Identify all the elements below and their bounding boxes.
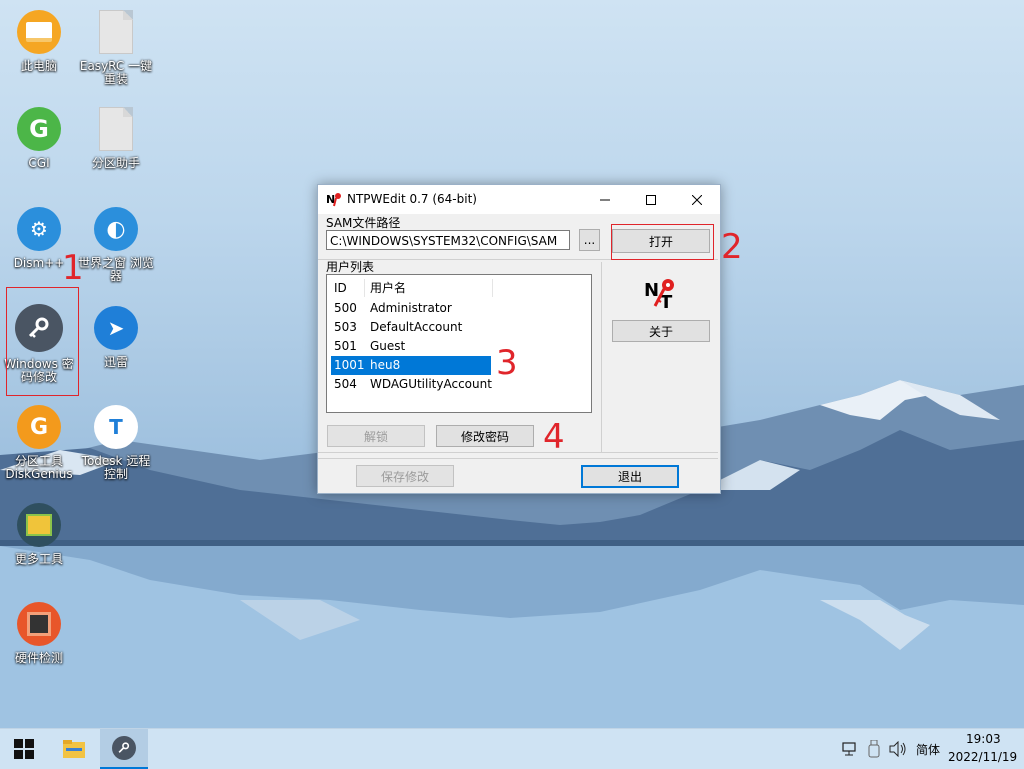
chip-icon [17, 602, 61, 646]
ime-indicator[interactable]: 简体 [916, 741, 940, 758]
user-row[interactable]: 500 Administrator [331, 299, 491, 318]
usb-icon[interactable] [868, 740, 880, 758]
user-id: 1001 [334, 358, 365, 372]
browse-button[interactable]: ... [579, 229, 600, 251]
clock-time[interactable]: 19:03 [966, 732, 1001, 746]
user-row[interactable]: 504 WDAGUtilityAccount [331, 375, 492, 394]
sam-path-field[interactable]: C:\WINDOWS\SYSTEM32\CONFIG\SAM [326, 230, 570, 250]
volume-icon[interactable] [889, 741, 907, 757]
taskbar-file-explorer[interactable] [52, 729, 96, 769]
annotation-number-2: 2 [721, 227, 743, 267]
desktop-icon-partition-assistant[interactable]: 分区助手 [78, 107, 154, 170]
annotation-box-2 [611, 224, 714, 260]
column-separator [364, 279, 365, 297]
desktop-icon-easyrc[interactable]: EasyRC 一键重装 [78, 10, 154, 86]
svg-text:N: N [644, 280, 659, 301]
diskgenius-icon: G [17, 405, 61, 449]
desktop-icon-this-pc[interactable]: 此电脑 [1, 10, 77, 73]
about-button[interactable]: 关于 [612, 320, 710, 342]
desktop-icon-diskgenius[interactable]: G 分区工具 DiskGenius [1, 405, 77, 481]
user-name: DefaultAccount [370, 320, 463, 334]
taskbar: 简体 19:03 2022/11/19 [0, 728, 1024, 769]
sam-path-label: SAM文件路径 [326, 216, 401, 230]
unlock-button[interactable]: 解锁 [327, 425, 425, 447]
user-id: 500 [334, 301, 357, 315]
user-id: 501 [334, 339, 357, 353]
user-row-selected[interactable]: 1001 heu8 [331, 356, 491, 375]
user-name: Administrator [370, 301, 452, 315]
close-button[interactable] [674, 185, 720, 214]
key-icon [112, 736, 136, 760]
desktop-icon-label: 分区工具 DiskGenius [5, 454, 73, 481]
desktop-icon-label: CGI [28, 156, 50, 170]
desktop-icon-label: 硬件检测 [14, 651, 63, 665]
desktop-icon-label: 此电脑 [20, 59, 57, 73]
annotation-number-4: 4 [543, 417, 565, 457]
column-separator [492, 279, 493, 297]
user-id: 504 [334, 377, 357, 391]
column-header-id[interactable]: ID [334, 277, 347, 299]
user-name: Guest [370, 339, 406, 353]
bird-icon: ➤ [94, 306, 138, 350]
desktop-icon-theworld-browser[interactable]: ◐ 世界之窗 浏览器 [78, 207, 154, 283]
taskbar-ntpwedit[interactable] [100, 729, 148, 769]
desktop-icon-xunlei[interactable]: ➤ 迅雷 [78, 306, 154, 369]
divider [318, 452, 718, 453]
user-list-label: 用户列表 [326, 260, 375, 274]
this-pc-icon [17, 10, 61, 54]
divider [318, 458, 718, 459]
windows-logo-icon [14, 739, 34, 759]
desktop-icon-hardware-check[interactable]: 硬件检测 [1, 602, 77, 665]
user-row[interactable]: 503 DefaultAccount [331, 318, 491, 337]
desktop-icon-label: 世界之窗 浏览器 [78, 256, 154, 283]
toolbox-icon [17, 503, 61, 547]
desktop-icon-todesk[interactable]: T Todesk 远程控制 [78, 405, 154, 481]
desktop-icon-label: 更多工具 [14, 552, 63, 566]
user-id: 503 [334, 320, 357, 334]
desktop-icon-label: EasyRC 一键重装 [79, 59, 153, 86]
column-header-username[interactable]: 用户名 [370, 277, 406, 299]
user-row[interactable]: 501 Guest [331, 337, 491, 356]
clock-date[interactable]: 2022/11/19 [948, 750, 1017, 764]
divider [601, 262, 602, 452]
desktop-icon-label: Todesk 远程控制 [81, 454, 151, 481]
file-icon [99, 10, 133, 54]
user-name: WDAGUtilityAccount [370, 377, 492, 391]
desktop-icon-cgi[interactable]: G CGI [1, 107, 77, 170]
folder-icon [63, 740, 85, 758]
user-name: heu8 [370, 358, 401, 372]
gear-icon: ⚙ [17, 207, 61, 251]
user-list[interactable]: ID 用户名 500 Administrator 503 DefaultAcco… [326, 274, 592, 413]
maximize-button[interactable] [628, 185, 674, 214]
annotation-number-3: 3 [496, 343, 518, 383]
title-bar[interactable]: N NTPWEdit 0.7 (64-bit) [318, 185, 720, 214]
desktop-icon-label: 分区助手 [91, 156, 140, 170]
close-icon [692, 194, 702, 205]
globe-icon: ◐ [94, 207, 138, 251]
minimize-button[interactable] [582, 185, 628, 214]
minimize-icon [600, 199, 610, 200]
desktop-icon-more-tools[interactable]: 更多工具 [1, 503, 77, 566]
file-icon [99, 107, 133, 151]
desktop-icon-label: 迅雷 [103, 355, 128, 369]
annotation-number-1: 1 [62, 248, 84, 288]
save-changes-button[interactable]: 保存修改 [356, 465, 454, 487]
cgi-icon: G [17, 107, 61, 151]
ntpwedit-logo-icon: N [326, 193, 341, 207]
change-password-button[interactable]: 修改密码 [436, 425, 534, 447]
desktop-icon-label: Dism++ [13, 256, 65, 270]
network-icon[interactable] [842, 741, 858, 757]
annotation-box-1 [6, 287, 79, 396]
start-button[interactable] [0, 729, 48, 769]
todesk-icon: T [94, 405, 138, 449]
nt-key-logo-icon: N T [644, 279, 674, 310]
maximize-icon [646, 194, 656, 205]
window-title: NTPWEdit 0.7 (64-bit) [347, 192, 477, 206]
exit-button[interactable]: 退出 [581, 465, 679, 488]
